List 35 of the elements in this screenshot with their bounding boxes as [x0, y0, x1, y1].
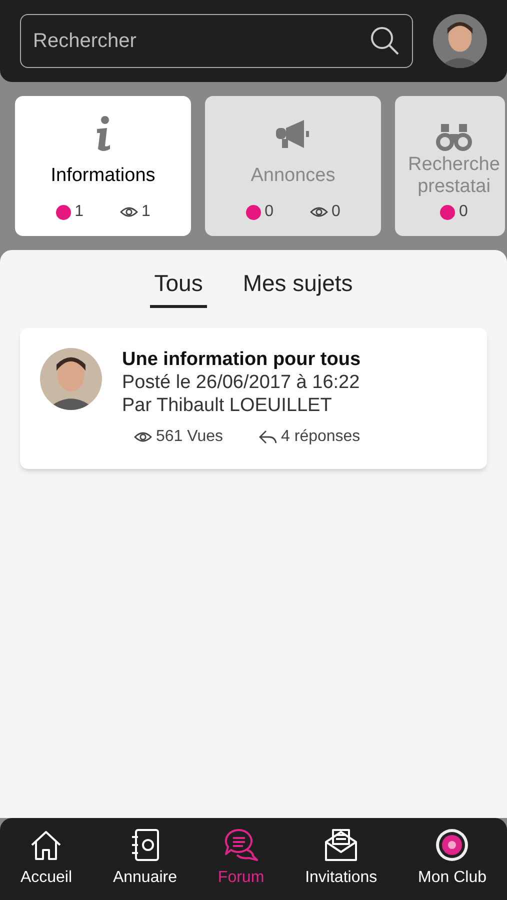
unread-count: 0	[264, 202, 274, 222]
reply-count: 4 réponses	[281, 426, 360, 446]
view-count: 1	[142, 202, 150, 222]
tab[interactable]: Mes sujets	[238, 266, 357, 308]
category-card[interactable]: Recherche prestatai 0	[395, 96, 505, 236]
nav-tab[interactable]: Mon Club	[418, 828, 487, 890]
category-card[interactable]: Informations 1 1	[15, 96, 191, 236]
view-count: 0	[332, 202, 340, 222]
eye-icon	[120, 206, 138, 218]
nav-tab[interactable]: Forum	[218, 828, 264, 890]
category-title: Informations	[50, 165, 156, 187]
club-logo-icon	[435, 828, 470, 862]
reply-icon	[259, 430, 278, 444]
search-field[interactable]: Rechercher	[20, 14, 413, 68]
category-card[interactable]: Annonces 0 0	[205, 96, 381, 236]
view-count: 561 Vues	[156, 426, 224, 446]
topic-author: Par Thibault LOEUILLET	[122, 394, 333, 416]
unread-count: 1	[74, 202, 84, 222]
topic-date: Posté le 26/06/2017 à 16:22	[122, 370, 361, 394]
binoculars-icon	[435, 122, 473, 152]
eye-icon	[134, 430, 152, 442]
tab[interactable]: Tous	[150, 266, 207, 308]
envelope-icon	[323, 828, 360, 862]
topic-title: Une information pour tous	[122, 348, 361, 370]
category-title: Annonces	[250, 165, 336, 187]
category-title: Recherche prestatai	[407, 154, 501, 198]
nav-tab[interactable]: Accueil	[20, 828, 72, 890]
nav-tab[interactable]: Invitations	[305, 828, 378, 890]
search-icon	[369, 25, 401, 57]
nav-tab[interactable]: Annuaire	[112, 828, 177, 890]
unread-count: 0	[459, 202, 468, 222]
chat-bubbles-icon	[223, 828, 260, 862]
eye-icon	[310, 206, 328, 218]
topic-card[interactable]: Une information pour tous Posté le 26/06/2017 à 16:22 Par Thibault LOEUILLET 561 Vues 4 réponses	[20, 328, 487, 468]
home-icon	[29, 828, 64, 862]
